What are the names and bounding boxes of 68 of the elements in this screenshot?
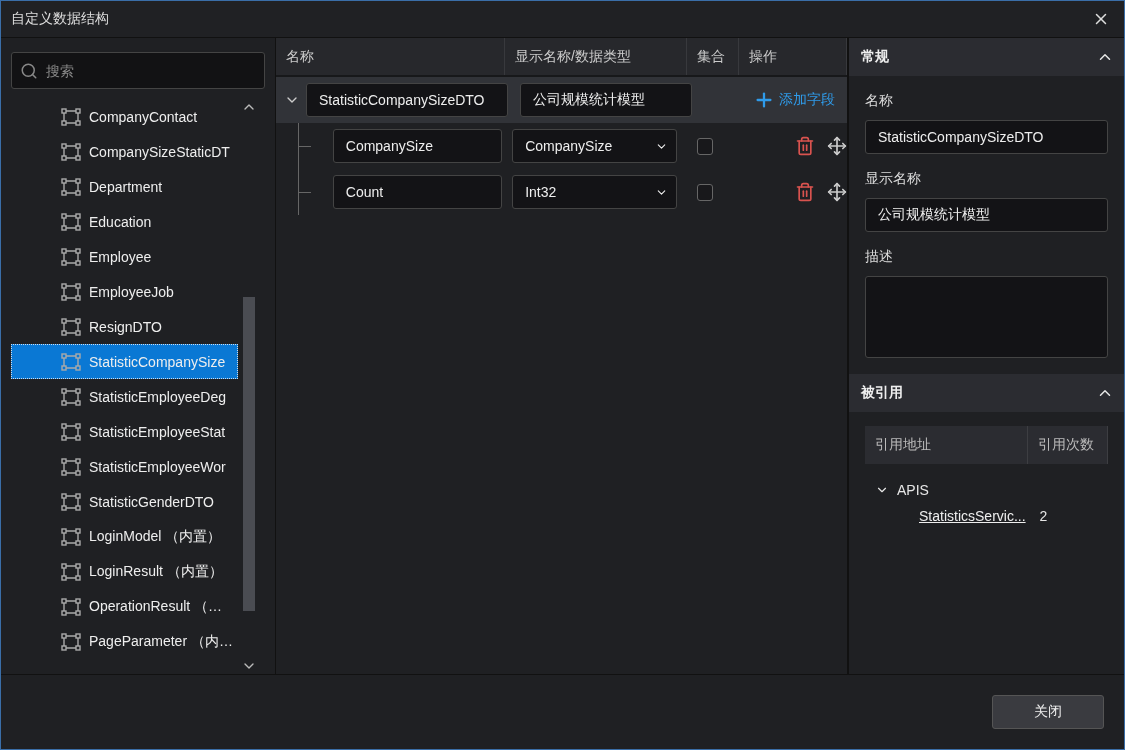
description-field[interactable] <box>865 276 1108 358</box>
close-dialog-button[interactable]: 关闭 <box>992 695 1104 729</box>
section-title: 常规 <box>861 48 889 66</box>
reference-link[interactable]: StatisticsServic... <box>919 508 1026 524</box>
section-title: 被引用 <box>861 384 903 402</box>
search-field[interactable]: 搜索 <box>44 61 244 80</box>
add-field-button[interactable]: 添加字段 <box>753 89 835 111</box>
list-item[interactable]: StatisticEmployeeWor <box>11 449 238 484</box>
name-field[interactable]: StatisticCompanySizeDTO <box>865 120 1108 154</box>
list-item[interactable]: CompanySizeStaticDT <box>11 134 238 169</box>
name-field[interactable]: StatisticCompanySizeDTO <box>306 83 508 117</box>
structure-icon <box>61 527 81 546</box>
list-item[interactable]: CompanyContact <box>11 99 238 134</box>
structure-icon <box>61 177 81 196</box>
search-icon <box>20 61 38 80</box>
column-header: 引用次数 <box>1028 426 1108 464</box>
list-item[interactable]: Employee <box>11 239 238 274</box>
structure-icon <box>61 317 81 336</box>
column-header: 名称 <box>276 38 505 75</box>
structure-icon <box>61 422 81 441</box>
structure-icon <box>61 387 81 406</box>
column-header: 集合 <box>687 38 739 75</box>
structure-icon <box>61 492 81 511</box>
scrollbar-thumb[interactable] <box>243 297 255 611</box>
delete-icon[interactable] <box>795 182 815 202</box>
list-item[interactable]: LoginResult （内置） <box>11 554 238 589</box>
list-item[interactable]: ResignDTO <box>11 309 238 344</box>
move-icon[interactable] <box>827 136 847 156</box>
column-header: 显示名称/数据类型 <box>505 38 687 75</box>
structure-icon <box>61 212 81 231</box>
structure-icon <box>61 632 81 651</box>
list-item[interactable]: EmployeeJob <box>11 274 238 309</box>
search-box[interactable]: 搜索 <box>11 52 265 89</box>
field-label: 显示名称 <box>865 170 922 188</box>
structure-icon <box>61 107 81 126</box>
field-label: 描述 <box>865 248 894 266</box>
window-title: 自定义数据结构 <box>11 10 109 28</box>
reference-count: 2 <box>1039 508 1048 524</box>
structure-icon <box>61 597 81 616</box>
list-item[interactable]: Department <box>11 169 238 204</box>
delete-icon[interactable] <box>795 136 815 156</box>
structure-icon <box>61 142 81 161</box>
move-icon[interactable] <box>827 182 847 202</box>
type-dropdown[interactable]: Int32 <box>512 175 677 209</box>
list-item[interactable]: StatisticEmployeeStat <box>11 414 238 449</box>
column-header: 操作 <box>739 38 847 75</box>
column-header: 引用地址 <box>865 426 1028 464</box>
display-name-field[interactable]: 公司规模统计模型 <box>520 83 692 117</box>
list-item[interactable]: LoginModel （内置） <box>11 519 238 554</box>
structure-icon <box>61 457 81 476</box>
group-label: APIS <box>897 482 929 498</box>
name-field[interactable]: CompanySize <box>332 129 503 163</box>
field-label: 名称 <box>865 92 894 110</box>
structure-icon <box>61 352 81 371</box>
list-item[interactable]: StatisticEmployeeDeg <box>11 379 238 414</box>
structure-icon <box>61 282 81 301</box>
collection-checkbox[interactable] <box>696 137 713 155</box>
name-field[interactable]: Count <box>332 175 503 209</box>
list-item[interactable]: OperationResult （… <box>11 589 238 624</box>
display-name-field[interactable]: 公司规模统计模型 <box>865 198 1108 232</box>
structure-icon <box>61 562 81 581</box>
list-item[interactable]: StatisticGenderDTO <box>11 484 238 519</box>
structure-icon <box>61 247 81 266</box>
list-item[interactable]: PageParameter （内… <box>11 624 238 659</box>
list-item[interactable]: StatisticCompanySize <box>11 344 238 379</box>
type-dropdown[interactable]: CompanySize <box>512 129 677 163</box>
collection-checkbox[interactable] <box>696 183 713 201</box>
list-item[interactable]: Education <box>11 204 238 239</box>
